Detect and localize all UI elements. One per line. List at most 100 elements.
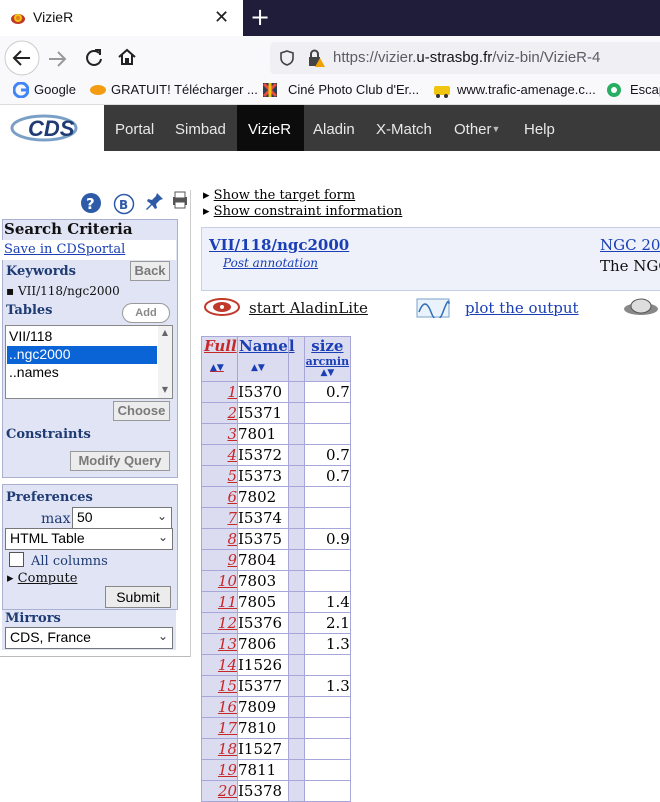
back-icon[interactable] — [4, 40, 40, 76]
constraint-info-link[interactable]: ▸ Show constraint information — [203, 204, 402, 219]
catalog-id-link[interactable]: VII/118/ngc2000 — [209, 236, 349, 254]
bookmark-escap[interactable]: Escap — [630, 82, 660, 97]
row-number-link[interactable]: 17 — [201, 717, 238, 739]
sort-icon[interactable]: ▲▼ — [305, 368, 350, 378]
row-number-link[interactable]: 11 — [201, 591, 238, 613]
row-number-link[interactable]: 6 — [201, 486, 238, 508]
new-tab-icon[interactable]: + — [250, 3, 270, 31]
object-name: I1527 — [237, 738, 289, 760]
help-icon[interactable]: ? — [80, 192, 102, 218]
catalog-title-link[interactable]: NGC 20 — [600, 236, 660, 254]
object-name: 7810 — [237, 717, 289, 739]
size-column-header[interactable]: size arcmin ▲▼ — [303, 336, 351, 382]
sort-icon[interactable]: ▲▼ — [239, 363, 288, 373]
mirror-select[interactable]: CDS, France ⌄ — [5, 627, 173, 649]
table-option[interactable]: VII/118 — [9, 328, 52, 344]
row-number-link[interactable]: 9 — [201, 549, 238, 571]
table-row: 7 I5374 — [201, 507, 351, 529]
forward-icon[interactable] — [46, 48, 68, 70]
trafic-favicon-icon — [434, 86, 450, 98]
row-number-link[interactable]: 15 — [201, 675, 238, 697]
name-column-header[interactable]: Name ▲▼ — [237, 336, 289, 382]
back-button[interactable]: Back — [130, 261, 170, 281]
max-select[interactable]: 50 ⌄ — [72, 507, 172, 529]
row-number-link[interactable]: 10 — [201, 570, 238, 592]
full-column-header[interactable]: Full ▲▼ — [201, 336, 238, 382]
row-number-link[interactable]: 19 — [201, 759, 238, 781]
object-name: I5378 — [237, 780, 289, 802]
sort-icon[interactable]: ▲▼ — [204, 363, 237, 373]
save-cdsportal-link[interactable]: Save in CDSportal — [4, 242, 125, 257]
size-cell: 0.9 — [303, 528, 351, 550]
object-name: 7805 — [237, 591, 289, 613]
target-form-link[interactable]: ▸ Show the target form — [203, 188, 355, 203]
cds-logo[interactable]: CDS — [0, 105, 104, 151]
nav-xmatch[interactable]: X-Match — [376, 121, 432, 138]
extra-tool-icon[interactable] — [622, 296, 660, 322]
l-cell — [287, 738, 305, 760]
row-number-link[interactable]: 3 — [201, 423, 238, 445]
pin-icon[interactable] — [145, 191, 165, 215]
row-number-link[interactable]: 8 — [201, 528, 238, 550]
object-name: 7801 — [237, 423, 289, 445]
tables-listbox[interactable]: VII/118 ..ngc2000 ..names ▲ ▼ — [5, 325, 173, 399]
home-icon[interactable] — [116, 46, 138, 68]
nav-simbad[interactable]: Simbad — [175, 121, 226, 138]
size-cell — [303, 549, 351, 571]
submit-button[interactable]: Submit — [105, 586, 171, 608]
name-header-label[interactable]: Name — [239, 337, 288, 355]
l-column-header[interactable]: l — [287, 336, 305, 382]
url-text[interactable]: https://vizier.u-strasbg.fr/viz-bin/Vizi… — [333, 49, 600, 66]
plot-output-link[interactable]: plot the output — [465, 299, 579, 317]
row-number-link[interactable]: 18 — [201, 738, 238, 760]
bookmark-gratuit[interactable]: GRATUIT! Télécharger ... — [111, 82, 258, 97]
all-columns-checkbox[interactable] — [9, 552, 24, 567]
nav-other[interactable]: Other▼ — [454, 121, 500, 138]
row-number-link[interactable]: 20 — [201, 780, 238, 802]
size-header-label[interactable]: size — [305, 337, 350, 355]
close-icon[interactable]: ✕ — [214, 7, 229, 28]
max-label: max: — [41, 511, 76, 527]
post-annotation-link[interactable]: Post annotation — [223, 256, 318, 270]
choose-button[interactable]: Choose — [113, 401, 170, 421]
full-header-label[interactable]: Full — [204, 337, 237, 355]
table-option-selected[interactable]: ..ngc2000 — [7, 346, 157, 364]
bookmark-cine[interactable]: Ciné Photo Club d'Er... — [288, 82, 419, 97]
row-number-link[interactable]: 16 — [201, 696, 238, 718]
size-cell: 0.7 — [303, 465, 351, 487]
row-number-link[interactable]: 7 — [201, 507, 238, 529]
size-cell — [303, 423, 351, 445]
l-cell — [287, 507, 305, 529]
add-button[interactable]: Add — [122, 303, 170, 323]
modify-query-button[interactable]: Modify Query — [70, 451, 170, 471]
l-cell — [287, 444, 305, 466]
plot-icon[interactable] — [416, 298, 450, 322]
aladin-lite-link[interactable]: start AladinLite — [249, 299, 368, 317]
shield-icon[interactable] — [278, 49, 296, 67]
nav-aladin[interactable]: Aladin — [313, 121, 355, 138]
bookmark-trafic[interactable]: www.trafic-amenage.c... — [457, 82, 596, 97]
row-number-link[interactable]: 1 — [201, 381, 238, 403]
row-number-link[interactable]: 14 — [201, 654, 238, 676]
nav-portal[interactable]: Portal — [115, 121, 154, 138]
compute-toggle[interactable]: ▸ Compute — [7, 571, 77, 586]
format-select[interactable]: HTML Table ⌄ — [5, 528, 173, 550]
row-number-link[interactable]: 13 — [201, 633, 238, 655]
l-header-label[interactable]: l — [289, 337, 304, 355]
size-cell — [303, 759, 351, 781]
table-option[interactable]: ..names — [9, 364, 59, 380]
nav-vizier[interactable]: VizieR — [248, 121, 291, 138]
row-number-link[interactable]: 2 — [201, 402, 238, 424]
row-number-link[interactable]: 5 — [201, 465, 238, 487]
aladin-icon[interactable] — [203, 296, 241, 322]
listbox-scrollbar[interactable]: ▲ ▼ — [158, 326, 172, 398]
nav-help[interactable]: Help — [524, 121, 555, 138]
print-icon[interactable] — [170, 190, 190, 214]
bookmark-google[interactable]: Google — [34, 82, 76, 97]
size-unit-label: arcmin — [305, 355, 350, 368]
row-number-link[interactable]: 4 — [201, 444, 238, 466]
row-number-link[interactable]: 12 — [201, 612, 238, 634]
bookmark-b-icon[interactable]: B — [113, 193, 135, 219]
lock-warning-icon[interactable] — [306, 48, 326, 68]
reload-icon[interactable] — [82, 47, 104, 69]
